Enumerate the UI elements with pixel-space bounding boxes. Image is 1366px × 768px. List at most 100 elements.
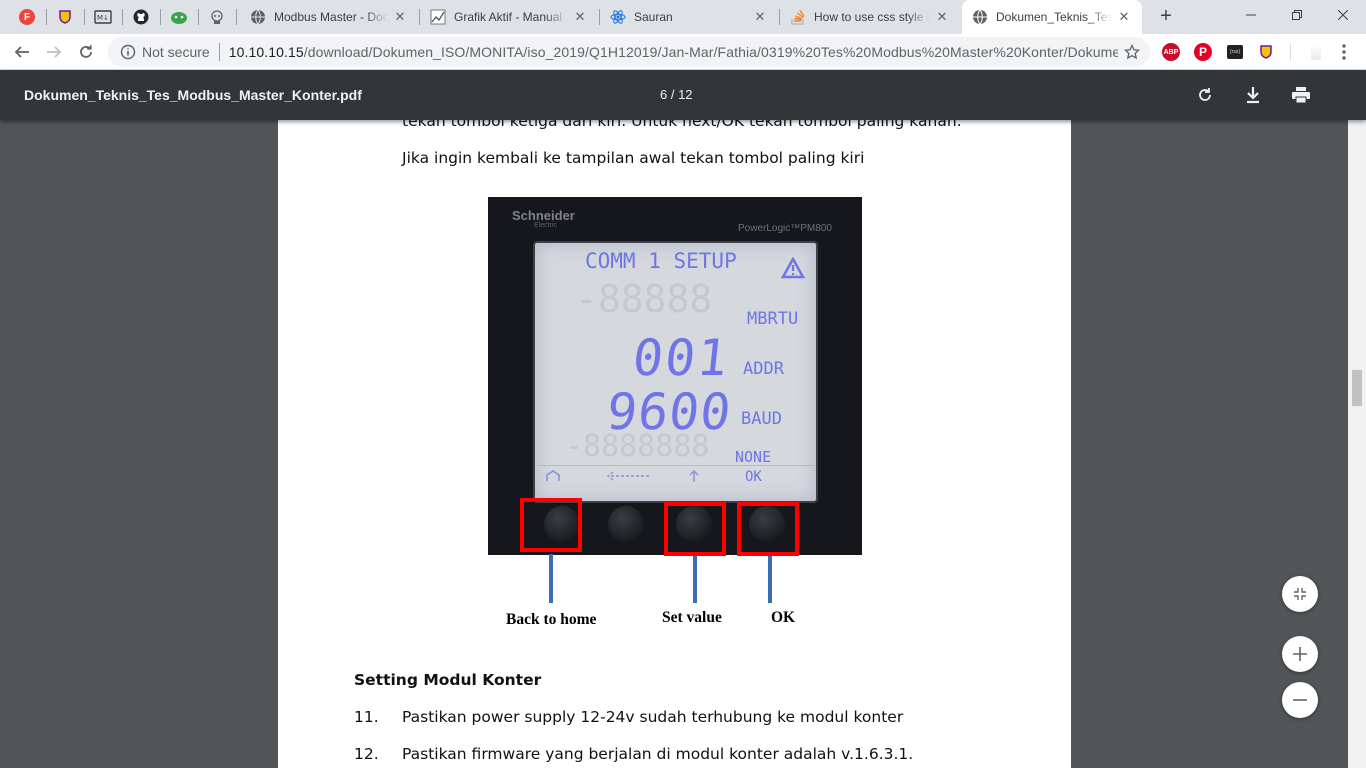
- adblock-plus-icon[interactable]: ABP: [1161, 42, 1181, 62]
- lcd-mode: MBRTU: [747, 309, 799, 329]
- zoom-in-button[interactable]: [1282, 636, 1318, 672]
- caption-ok: OK: [771, 609, 796, 626]
- pinterest-label: P: [1194, 43, 1212, 61]
- highlight-box-ok: [737, 502, 799, 556]
- back-button[interactable]: [8, 38, 36, 66]
- browser-toolbar: Not secure 10.10.10.15/download/Dokumen_…: [0, 34, 1366, 70]
- lcd-ghost-row-4: -8888888: [565, 429, 710, 464]
- menu-kebab-icon[interactable]: [1334, 42, 1354, 62]
- tab-modbus-master[interactable]: Modbus Master - Doc ✕: [240, 2, 418, 32]
- minimize-icon: [1246, 14, 1256, 16]
- reload-button[interactable]: [72, 38, 100, 66]
- forward-button[interactable]: [40, 38, 68, 66]
- home-softkey-icon: [546, 470, 560, 481]
- lcd-ok-label: OK: [745, 469, 762, 485]
- close-tab-icon[interactable]: ✕: [1116, 9, 1132, 25]
- globe-icon: [250, 9, 266, 25]
- pinterest-icon[interactable]: P: [1193, 42, 1213, 62]
- github-icon: [133, 9, 149, 25]
- fit-to-page-icon: [1294, 588, 1306, 600]
- arrow-up-softkey-icon: [689, 470, 699, 482]
- tab-title: Sauran: [634, 10, 673, 24]
- tab-title: Dokumen_Teknis_Tes_: [996, 10, 1112, 24]
- url-path: /download/Dokumen_ISO/MONITA/iso_2019/Q1…: [303, 44, 1118, 60]
- rotate-icon: [1199, 88, 1211, 101]
- highlight-box-back: [520, 498, 582, 552]
- brand-logo: Schneider: [512, 208, 575, 223]
- download-icon: [1247, 87, 1259, 104]
- meter-model: PowerLogic™PM800: [738, 223, 832, 234]
- tab-title: Modbus Master - Doc: [274, 10, 388, 24]
- url-host: 10.10.10.15: [228, 44, 304, 60]
- lcd-header: COMM 1 SETUP: [585, 249, 737, 273]
- pinned-tab-robot[interactable]: [200, 4, 234, 30]
- brand-sub: Electric: [534, 222, 557, 229]
- robot-icon: [211, 10, 223, 24]
- download-button[interactable]: [1240, 82, 1266, 108]
- lcd-baud-label: BAUD: [741, 409, 782, 429]
- stackoverflow-icon: [790, 9, 806, 25]
- tab-sauran[interactable]: Sauran ✕: [600, 2, 778, 32]
- fit-page-button[interactable]: [1282, 576, 1318, 612]
- leader-line-set: [693, 556, 697, 603]
- pinned-tab-green[interactable]: [162, 4, 196, 30]
- pdf-scrollbar[interactable]: [1348, 70, 1366, 768]
- close-tab-icon[interactable]: ✕: [934, 9, 950, 25]
- caption-set-value: Set value: [662, 609, 722, 626]
- url-text[interactable]: 10.10.10.15/download/Dokumen_ISO/MONITA/…: [229, 44, 1118, 60]
- chart-icon: [430, 9, 446, 25]
- pinned-tab-markdown[interactable]: M↓: [86, 4, 120, 30]
- print-icon: [1292, 87, 1310, 103]
- pinned-tab-flipboard[interactable]: F: [10, 4, 44, 30]
- profile-avatar-icon[interactable]: [1306, 42, 1326, 62]
- new-tab-button[interactable]: +: [1154, 5, 1178, 29]
- security-label: Not secure: [142, 44, 210, 60]
- pinned-tab-shield[interactable]: [48, 4, 82, 30]
- info-icon[interactable]: [120, 44, 136, 60]
- close-tab-icon[interactable]: ✕: [392, 9, 408, 25]
- tab-grafik-aktif[interactable]: Grafik Aktif - Manual ✕: [420, 2, 598, 32]
- lcd-ghost-row-1: -88888: [575, 277, 713, 321]
- close-tab-icon[interactable]: ✕: [572, 9, 588, 25]
- bookmark-star-icon[interactable]: [1118, 38, 1146, 66]
- address-bar[interactable]: Not secure 10.10.10.15/download/Dokumen_…: [108, 37, 1150, 67]
- lcd-address-label: ADDR: [743, 359, 784, 379]
- green-app-icon: [171, 12, 187, 24]
- list-item-12-text: Pastikan firmware yang berjalan di modul…: [402, 745, 914, 763]
- leader-line-ok: [768, 556, 772, 603]
- adblock-label: ABP: [1162, 43, 1180, 61]
- warning-icon: [781, 257, 805, 279]
- meter-lcd: COMM 1 SETUP -88888 MBRTU 001 ADDR 9600 …: [533, 241, 818, 503]
- scrollbar-thumb[interactable]: [1352, 370, 1362, 406]
- tab-css-style[interactable]: How to use css style in ✕: [780, 2, 960, 32]
- lcd-parity-label: NONE: [735, 448, 772, 466]
- pdf-file-name: Dokumen_Teknis_Tes_Modbus_Master_Konter.…: [24, 87, 362, 103]
- minimize-button[interactable]: [1228, 0, 1274, 30]
- list-item-11-number: 11.: [354, 708, 379, 726]
- zoom-out-button[interactable]: [1282, 682, 1318, 718]
- section-heading: Setting Modul Konter: [354, 671, 542, 689]
- tab-strip: F M↓ Modbus Master - Doc ✕ Grafik Aktif …: [0, 0, 1366, 34]
- shield-extension-icon[interactable]: [1256, 42, 1276, 62]
- restore-button[interactable]: [1274, 0, 1320, 30]
- rotate-button[interactable]: [1192, 82, 1218, 108]
- print-button[interactable]: [1288, 82, 1314, 108]
- pdf-page: tekan tombol ketiga dari kiri. Untuk nex…: [278, 70, 1071, 768]
- tab-title: Grafik Aktif - Manual: [454, 10, 563, 24]
- arrow-right-icon: [47, 46, 62, 58]
- pinned-tab-github[interactable]: [124, 4, 158, 30]
- close-tab-icon[interactable]: ✕: [752, 9, 768, 25]
- globe-icon: [972, 9, 988, 25]
- pdf-toolbar: Dokumen_Teknis_Tes_Modbus_Master_Konter.…: [0, 70, 1366, 120]
- ext-dark-icon[interactable]: {rss}: [1225, 42, 1245, 62]
- minus-icon: [1293, 699, 1307, 701]
- highlight-box-set: [664, 502, 726, 556]
- close-icon: [1338, 10, 1348, 20]
- arrow-left-icon: [14, 46, 29, 58]
- tab-dokumen-teknis[interactable]: Dokumen_Teknis_Tes_ ✕: [962, 0, 1142, 34]
- svg-text:M↓: M↓: [97, 14, 109, 22]
- restore-icon: [1292, 10, 1302, 20]
- close-window-button[interactable]: [1320, 0, 1366, 30]
- pdf-page-indicator: 6 / 12: [660, 87, 693, 102]
- caption-back-to-home: Back to home: [506, 611, 597, 628]
